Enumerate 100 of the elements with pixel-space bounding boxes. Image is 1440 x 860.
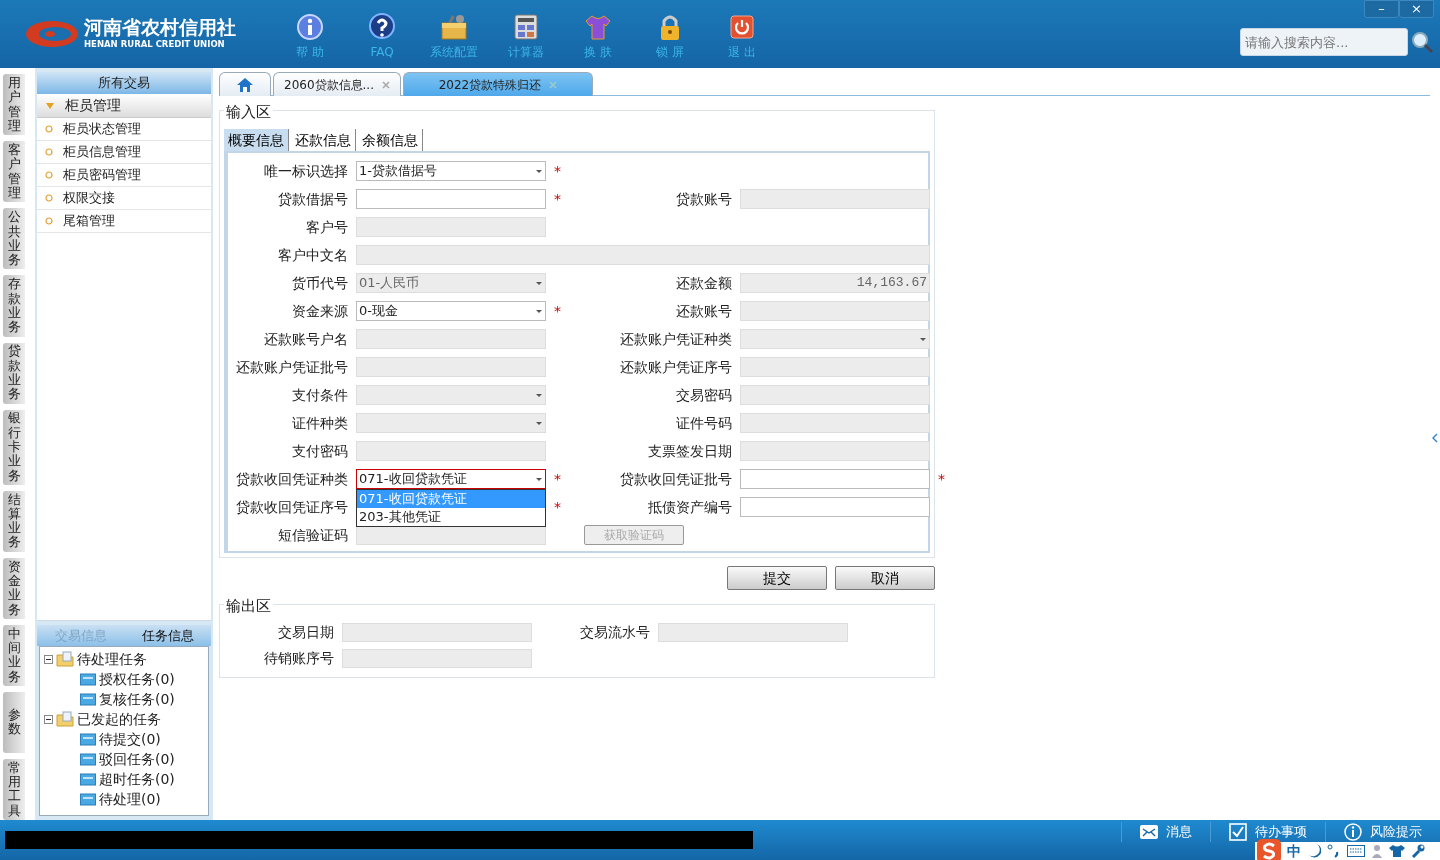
menu-item[interactable]: 尾箱管理 [37, 210, 211, 233]
wrench-icon [1411, 844, 1425, 858]
field-label: 证件号码 [675, 413, 732, 433]
field-label: 还款账户凭证批号 [235, 357, 348, 377]
folder-icon [80, 732, 96, 746]
close-icon[interactable] [382, 80, 390, 89]
tree-item[interactable]: 驳回任务(0) [99, 748, 175, 770]
field-label: 还款账号 [675, 301, 732, 321]
dropdown-field[interactable]: 071-收回贷款凭证 [356, 469, 546, 489]
dropdown-field[interactable]: 0-现金 [356, 301, 546, 321]
tree-item[interactable]: 已发起的任务 [77, 708, 161, 730]
side-nav-tab[interactable]: 客户管理 [3, 141, 25, 203]
action-button[interactable]: 取消 [835, 566, 935, 590]
side-nav-tab[interactable]: 贷款业务 [3, 342, 25, 404]
collapse-icon[interactable] [1432, 433, 1438, 443]
menu-group[interactable]: 柜员管理 [37, 94, 211, 118]
required-mark: * [554, 497, 562, 517]
tree-item[interactable]: 待提交(0) [99, 728, 161, 750]
tree-item[interactable]: 超时任务(0) [99, 768, 175, 790]
dropdown-field[interactable]: 1-贷款借据号 [356, 161, 546, 181]
input-method-logo-icon [1257, 839, 1281, 860]
keyboard-icon [1347, 845, 1365, 857]
field-label: 贷款收回凭证种类 [235, 469, 348, 489]
close-icon[interactable] [549, 80, 558, 89]
side-nav-tab[interactable]: 用户管理 [3, 74, 25, 136]
page-tab[interactable] [219, 72, 271, 96]
caret-icon [535, 280, 543, 286]
menu-item[interactable]: 柜员密码管理 [37, 164, 211, 187]
caret-icon [535, 392, 543, 398]
logo-icon [24, 19, 80, 49]
action-button[interactable]: 提交 [727, 566, 827, 590]
logo-subtitle: HENAN RURAL CREDIT UNION [84, 37, 226, 51]
power-icon [728, 13, 756, 41]
field-label: 交易密码 [675, 385, 732, 405]
window-button[interactable]: – [1364, 0, 1399, 18]
menu-item[interactable]: 权限交接 [37, 187, 211, 210]
window-button[interactable]: × [1399, 0, 1434, 18]
form-tab[interactable]: 概要信息 [224, 129, 289, 151]
caret-icon [535, 308, 543, 314]
field-label: 贷款收回凭证批号 [619, 469, 732, 489]
checkbox-icon [1229, 823, 1247, 841]
side-nav-tab[interactable]: 结算业务 [3, 490, 25, 552]
field-label: 资金来源 [291, 301, 348, 321]
side-nav-tab[interactable]: 参数 [3, 691, 25, 753]
folder-icon [80, 792, 96, 806]
tree-item[interactable]: 待处理(0) [99, 788, 161, 810]
panel-title: 所有交易 [37, 72, 211, 94]
field-label: 支付条件 [291, 385, 348, 405]
folder-icon [80, 692, 96, 706]
tree-item[interactable]: 复核任务(0) [99, 688, 175, 710]
side-nav-tab[interactable]: 资金业务 [3, 557, 25, 619]
search-icon [1410, 30, 1434, 54]
field-label: 还款账户凭证序号 [619, 357, 732, 377]
input-field[interactable] [740, 497, 930, 517]
menu-item[interactable]: 柜员信息管理 [37, 141, 211, 164]
caret-icon [535, 420, 543, 426]
field-label: 交易日期 [277, 622, 334, 642]
field-label: 还款账户凭证种类 [619, 329, 732, 349]
folder-icon [80, 752, 96, 766]
punctuation-icon [1327, 844, 1341, 858]
mail-icon [1140, 823, 1158, 841]
help-icon [368, 13, 396, 41]
input-method-toolbar[interactable]: 中 [1255, 842, 1440, 860]
input-field[interactable] [356, 189, 546, 209]
required-mark: * [554, 189, 562, 209]
side-nav-tab[interactable]: 公共业务 [3, 208, 25, 270]
dropdown-option[interactable]: 203-其他凭证 [357, 508, 545, 526]
field-label: 还款金额 [675, 273, 732, 293]
calculator-icon [512, 13, 540, 41]
folder-icon [56, 651, 74, 667]
side-nav-tab[interactable]: 存款业务 [3, 275, 25, 337]
status-item[interactable]: 消息 [1121, 822, 1210, 842]
required-mark: * [938, 469, 946, 489]
tree-item[interactable]: 授权任务(0) [99, 668, 175, 690]
field-label: 抵债资产编号 [647, 497, 732, 517]
required-mark: * [554, 301, 562, 321]
side-nav-tab[interactable]: 中间业务 [3, 624, 25, 686]
caret-icon [919, 336, 927, 342]
field-label: 短信验证码 [277, 525, 348, 545]
menu-item[interactable]: 柜员状态管理 [37, 118, 211, 141]
bullet-icon [45, 194, 53, 202]
field-label: 客户号 [305, 217, 348, 237]
field-label: 贷款借据号 [277, 189, 348, 209]
side-nav-tab[interactable]: 常用工具 [3, 758, 25, 821]
page-tab[interactable]: 2060贷款信息... [273, 72, 401, 96]
required-mark: * [554, 161, 562, 181]
bullet-icon [45, 148, 53, 156]
field-label: 唯一标识选择 [263, 161, 348, 181]
page-tab[interactable]: 2022贷款特殊归还 [403, 72, 593, 96]
input-field[interactable] [740, 469, 930, 489]
required-mark: * [554, 469, 562, 489]
folder-icon [80, 672, 96, 686]
panel-tab[interactable]: 任务信息 [124, 625, 211, 646]
search-field[interactable]: 请输入搜索内容... [1240, 28, 1408, 56]
side-nav-tab[interactable]: 银行卡业务 [3, 409, 25, 485]
home-icon [236, 76, 254, 93]
field-label: 待销账序号 [263, 648, 334, 668]
field-label: 货币代号 [291, 273, 348, 293]
tree-item[interactable]: 待处理任务 [77, 648, 147, 670]
field-label: 贷款账号 [675, 189, 732, 209]
